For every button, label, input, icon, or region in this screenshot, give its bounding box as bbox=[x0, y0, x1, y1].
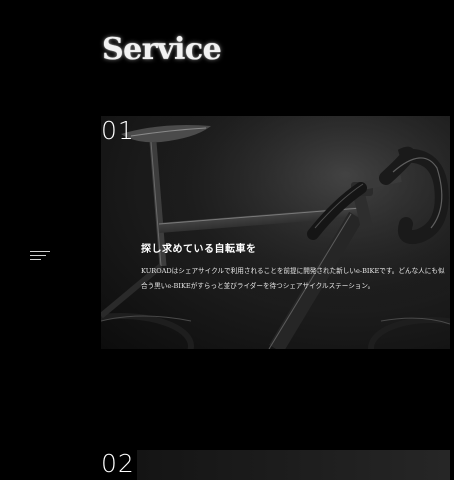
service-heading: 探し求めている自転車を bbox=[141, 244, 257, 255]
menu-line-icon bbox=[30, 259, 41, 260]
service-card[interactable] bbox=[137, 450, 450, 480]
menu-button[interactable] bbox=[30, 248, 52, 262]
bicycle-photo bbox=[101, 116, 450, 349]
service-number: 01 bbox=[101, 116, 135, 145]
service-card[interactable]: 探し求めている自転車を KUROADはシェアサイクルで利用されることを前提に開発… bbox=[101, 116, 450, 349]
page-title: Service bbox=[102, 32, 222, 67]
menu-line-icon bbox=[30, 251, 50, 252]
menu-line-icon bbox=[30, 255, 46, 256]
service-description: KUROADはシェアサイクルで利用されることを前提に開発された新しいe-BIKE… bbox=[141, 267, 445, 290]
service-number: 02 bbox=[101, 449, 135, 478]
